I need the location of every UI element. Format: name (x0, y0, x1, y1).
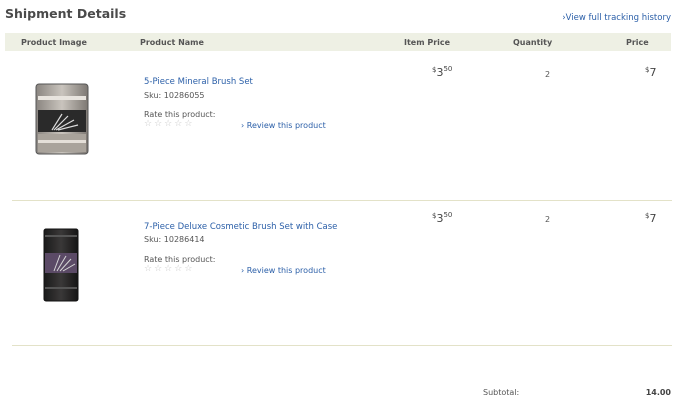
item-price: $350 (432, 65, 453, 79)
rating-stars: ☆ ☆ ☆ ☆ ☆ (144, 120, 192, 129)
item-price-cents: 50 (443, 211, 453, 219)
review-product-link[interactable]: › Review this product (241, 266, 326, 275)
product-sku: Sku: 10286414 (144, 235, 205, 244)
line-price: $7 (645, 212, 656, 225)
rate-label: Rate this product: (144, 255, 216, 264)
star-icon[interactable]: ☆ (164, 120, 172, 129)
tracking-history-link[interactable]: ›View full tracking history (562, 13, 671, 23)
item-price-cents: 50 (443, 65, 453, 73)
review-label: Review this product (246, 266, 326, 275)
header-item-price: Item Price (404, 38, 451, 47)
quantity: 2 (545, 215, 551, 224)
line-price-whole: 7 (649, 66, 657, 79)
star-icon[interactable]: ☆ (184, 265, 192, 274)
product-image[interactable] (34, 82, 90, 160)
header-quantity: Quantity (513, 38, 553, 47)
product-sku: Sku: 10286055 (144, 91, 205, 100)
quantity: 2 (545, 70, 551, 79)
brush-set-pouch-icon (35, 83, 89, 155)
brush-case-icon (43, 228, 79, 302)
table-row: 7-Piece Deluxe Cosmetic Brush Set with C… (0, 201, 680, 346)
star-icon[interactable]: ☆ (184, 120, 192, 129)
star-icon[interactable]: ☆ (174, 120, 182, 129)
star-icon[interactable]: ☆ (154, 120, 162, 129)
product-image[interactable] (42, 227, 80, 307)
star-icon[interactable]: ☆ (164, 265, 172, 274)
table-header: Product Image Product Name Item Price Qu… (5, 33, 671, 51)
page-title: Shipment Details (5, 6, 127, 21)
line-price-whole: 7 (649, 212, 657, 225)
review-label: Review this product (246, 121, 326, 130)
star-icon[interactable]: ☆ (154, 265, 162, 274)
chevron-right-icon: › (241, 266, 245, 275)
line-price: $7 (645, 66, 656, 79)
product-name-link[interactable]: 5-Piece Mineral Brush Set (144, 77, 253, 87)
rating-stars: ☆ ☆ ☆ ☆ ☆ (144, 265, 192, 274)
table-row: 5-Piece Mineral Brush Set Sku: 10286055 … (0, 52, 680, 200)
star-icon[interactable]: ☆ (144, 120, 152, 129)
item-price: $350 (432, 211, 453, 225)
rate-label: Rate this product: (144, 110, 216, 119)
header-price: Price (626, 38, 649, 47)
header-product-name: Product Name (140, 38, 204, 47)
row-divider (12, 345, 672, 346)
star-icon[interactable]: ☆ (174, 265, 182, 274)
chevron-right-icon: › (241, 121, 245, 130)
tracking-history-label: View full tracking history (565, 13, 671, 23)
review-product-link[interactable]: › Review this product (241, 121, 326, 130)
header-product-image: Product Image (21, 38, 87, 47)
product-name-link[interactable]: 7-Piece Deluxe Cosmetic Brush Set with C… (144, 222, 337, 232)
star-icon[interactable]: ☆ (144, 265, 152, 274)
subtotal-value: 14.00 (645, 388, 671, 397)
subtotal-label: Subtotal: (483, 388, 520, 397)
